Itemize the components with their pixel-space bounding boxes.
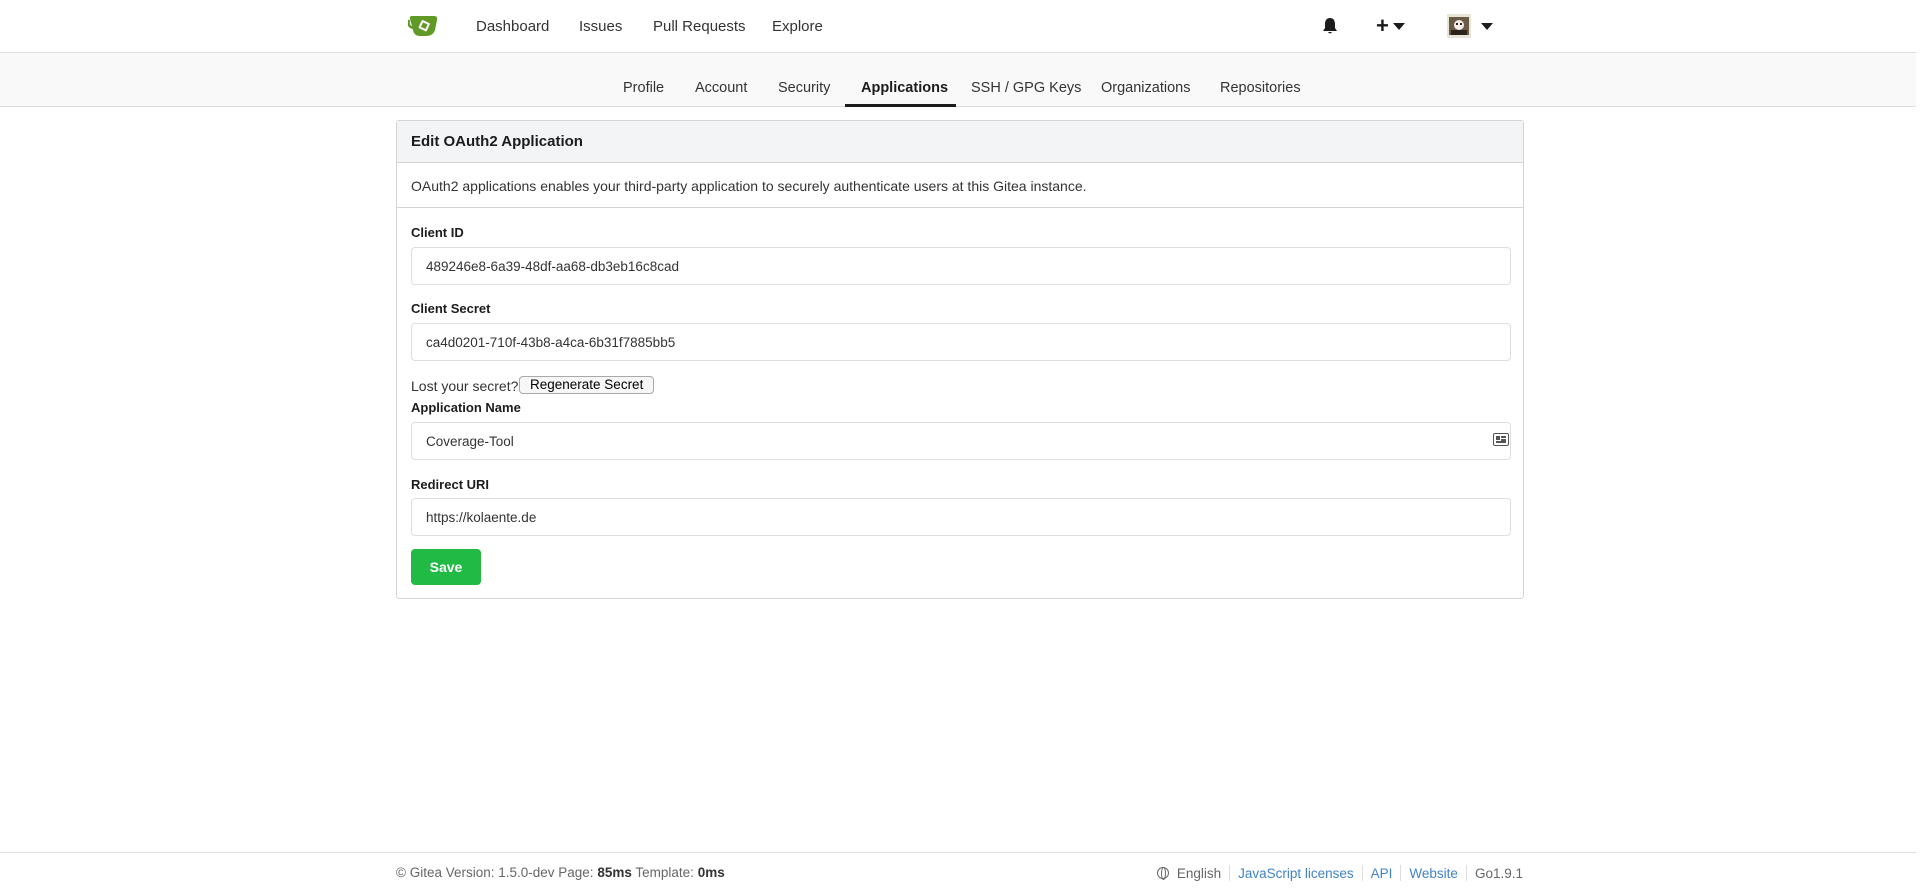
- application-name-field[interactable]: [411, 422, 1511, 460]
- javascript-licenses-link[interactable]: JavaScript licenses: [1238, 866, 1354, 881]
- nav-pull-requests[interactable]: Pull Requests: [653, 18, 746, 35]
- application-name-wrapper: [397, 422, 1523, 460]
- plus-icon: +: [1376, 13, 1389, 38]
- language-selector[interactable]: English: [1177, 866, 1221, 881]
- bell-icon: [1323, 18, 1337, 34]
- tab-security[interactable]: Security: [778, 80, 830, 96]
- website-link[interactable]: Website: [1409, 866, 1458, 881]
- redirect-uri-field[interactable]: [411, 498, 1511, 536]
- active-tab-indicator: [845, 104, 956, 107]
- divider: [1361, 865, 1363, 881]
- tab-ssh-gpg-keys[interactable]: SSH / GPG Keys: [971, 80, 1081, 96]
- divider: [1400, 865, 1402, 881]
- edit-oauth2-app-panel: Edit OAuth2 Application OAuth2 applicati…: [396, 120, 1524, 599]
- client-secret-label: Client Secret: [411, 301, 491, 316]
- page-time: 85ms: [597, 865, 632, 880]
- gitea-logo-icon[interactable]: [408, 13, 440, 39]
- nav-explore[interactable]: Explore: [772, 18, 823, 35]
- notifications-button[interactable]: [1322, 14, 1338, 38]
- avatar: [1447, 14, 1471, 38]
- client-secret-field[interactable]: [411, 323, 1511, 361]
- globe-icon: [1156, 867, 1169, 880]
- divider: [1229, 865, 1231, 881]
- tab-profile[interactable]: Profile: [623, 80, 664, 96]
- panel-description: OAuth2 applications enables your third-p…: [411, 178, 1087, 194]
- client-id-field[interactable]: [411, 247, 1511, 285]
- go-version: Go1.9.1: [1474, 865, 1523, 881]
- footer-version-info: © Gitea Version: 1.5.0-dev Page: 85ms Te…: [396, 865, 725, 880]
- api-link[interactable]: API: [1371, 866, 1393, 881]
- redirect-uri-label: Redirect URI: [411, 477, 490, 492]
- tab-repositories[interactable]: Repositories: [1220, 80, 1301, 96]
- create-new-dropdown[interactable]: +: [1376, 14, 1405, 38]
- version-text: © Gitea Version: 1.5.0-dev Page:: [396, 865, 594, 880]
- nav-dashboard[interactable]: Dashboard: [476, 18, 549, 35]
- regenerate-secret-button[interactable]: Regenerate Secret: [519, 376, 655, 394]
- divider: [397, 207, 1523, 208]
- client-id-label: Client ID: [411, 225, 464, 240]
- divider: [1465, 865, 1467, 881]
- user-menu-dropdown[interactable]: [1447, 14, 1493, 38]
- id-card-icon[interactable]: [1493, 433, 1509, 446]
- lost-secret-text: Lost your secret?: [411, 378, 519, 394]
- tab-organizations[interactable]: Organizations: [1101, 80, 1190, 96]
- tab-applications[interactable]: Applications: [861, 80, 948, 96]
- template-time: 0ms: [697, 865, 725, 880]
- tab-account[interactable]: Account: [695, 80, 747, 96]
- application-name-label: Application Name: [411, 400, 521, 415]
- footer: © Gitea Version: 1.5.0-dev Page: 85ms Te…: [0, 852, 1916, 893]
- chevron-down-icon: [1392, 22, 1405, 30]
- panel-title: Edit OAuth2 Application: [411, 133, 583, 150]
- settings-tabs: Profile Account Security Applications SS…: [0, 53, 1916, 107]
- template-label: Template:: [635, 865, 694, 880]
- footer-links: English JavaScript licenses API Website …: [1156, 865, 1523, 881]
- nav-issues[interactable]: Issues: [579, 18, 622, 35]
- top-navbar: Dashboard Issues Pull Requests Explore +: [0, 0, 1916, 53]
- save-button[interactable]: Save: [411, 549, 481, 585]
- panel-header: Edit OAuth2 Application: [397, 121, 1523, 163]
- chevron-down-icon: [1481, 22, 1493, 30]
